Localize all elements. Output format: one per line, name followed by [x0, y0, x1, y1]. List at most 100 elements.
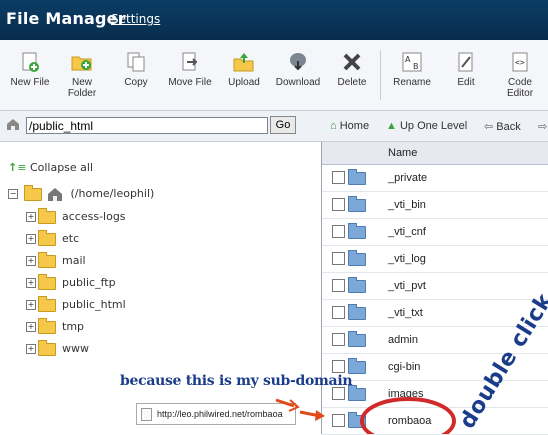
collapse-all-button[interactable]: ↑≡ Collapse all — [8, 161, 93, 174]
folder-icon — [348, 385, 366, 401]
tree-item-etc[interactable]: + etc — [26, 229, 79, 246]
expand-toggle-icon[interactable]: + — [26, 322, 36, 332]
file-row[interactable]: _vti_bin — [322, 192, 548, 219]
folder-icon — [348, 277, 366, 293]
toolbar: New File New Folder Copy Move File Uploa… — [0, 40, 548, 111]
upload-icon — [233, 53, 254, 72]
folder-icon — [38, 317, 56, 334]
name-column-header[interactable]: Name — [388, 147, 417, 159]
svg-text:<>: <> — [515, 58, 525, 67]
new-folder-button[interactable]: New Folder — [52, 50, 112, 99]
tree-item-mail[interactable]: + mail — [26, 251, 86, 268]
upload-button[interactable]: Upload — [214, 50, 274, 88]
delete-button[interactable]: Delete — [322, 50, 382, 88]
row-checkbox[interactable] — [332, 198, 345, 211]
expand-toggle-icon[interactable]: + — [26, 300, 36, 310]
folder-icon — [38, 273, 56, 290]
row-checkbox[interactable] — [332, 333, 345, 346]
settings-link[interactable]: Settings — [111, 12, 160, 26]
new-file-label: New File — [10, 77, 50, 88]
toolbar-separator — [380, 50, 381, 100]
rename-icon: A B — [402, 52, 422, 72]
file-list: Name _private _vti_bin _vti_cnf _vti_log… — [322, 142, 548, 435]
row-checkbox[interactable] — [332, 360, 345, 373]
download-label: Download — [275, 77, 321, 88]
folder-icon — [38, 339, 56, 356]
tree-item-public-ftp[interactable]: + public_ftp — [26, 273, 116, 290]
folder-icon — [348, 196, 366, 212]
file-name: _vti_cnf — [388, 226, 426, 238]
folder-icon — [348, 331, 366, 347]
file-row[interactable]: _private — [322, 165, 548, 192]
file-list-header: Name — [322, 142, 548, 165]
new-file-button[interactable]: New File — [0, 50, 60, 88]
title-bar: File Manager Settings — [0, 0, 548, 40]
collapse-all-label: Collapse all — [29, 161, 94, 174]
row-checkbox[interactable] — [332, 225, 345, 238]
new-file-icon — [22, 52, 39, 72]
expand-toggle-icon[interactable]: + — [26, 256, 36, 266]
forward-arrow-icon[interactable]: ⇨ — [538, 120, 547, 133]
file-row[interactable]: _vti_pvt — [322, 273, 548, 300]
folder-icon — [348, 304, 366, 320]
svg-text:A: A — [405, 55, 411, 64]
home-icon: ⌂ — [330, 120, 337, 132]
move-file-label: Move File — [168, 77, 212, 88]
row-checkbox[interactable] — [332, 414, 345, 427]
home-icon — [48, 188, 62, 201]
go-button[interactable]: Go — [270, 116, 296, 134]
file-row[interactable]: rombaoa — [322, 408, 548, 435]
home-nav-button[interactable]: ⌂ Home — [330, 120, 369, 132]
expand-toggle-icon[interactable]: + — [26, 344, 36, 354]
back-arrow-icon: ⇦ — [484, 121, 494, 133]
tree-root[interactable]: − (/home/leophil) — [8, 184, 154, 201]
home-nav-label: Home — [339, 120, 370, 132]
path-input[interactable] — [26, 117, 268, 134]
up-one-level-button[interactable]: ▲ Up One Level — [386, 120, 467, 132]
expand-toggle-icon[interactable]: + — [26, 212, 36, 222]
row-checkbox[interactable] — [332, 306, 345, 319]
code-editor-icon: <> — [512, 52, 528, 72]
app-title: File Manager — [6, 9, 126, 28]
row-checkbox[interactable] — [332, 252, 345, 265]
edit-icon — [458, 52, 473, 72]
move-file-button[interactable]: Move File — [160, 50, 220, 88]
code-editor-button[interactable]: <> Code Editor — [490, 50, 548, 99]
file-row[interactable]: _vti_cnf — [322, 219, 548, 246]
folder-icon — [38, 207, 56, 224]
file-row[interactable]: images — [322, 381, 548, 408]
file-name: _private — [388, 172, 428, 184]
back-button[interactable]: ⇦ Back — [484, 120, 521, 133]
file-name: _vti_pvt — [388, 280, 426, 292]
file-name: _vti_txt — [388, 307, 423, 319]
rename-button[interactable]: A B Rename — [382, 50, 442, 88]
up-arrow-icon: ▲ — [386, 120, 397, 132]
annotation-url: http://leo.philwired.net/rombaoa — [157, 409, 283, 419]
copy-button[interactable]: Copy — [106, 50, 166, 88]
annotation-caption: because this is my sub-domain — [120, 373, 353, 389]
collapse-toggle-icon[interactable]: − — [8, 189, 18, 199]
tree-item-www[interactable]: + www — [26, 339, 89, 356]
move-file-icon — [182, 52, 198, 71]
upload-label: Upload — [228, 77, 260, 88]
row-checkbox[interactable] — [332, 279, 345, 292]
tree-item-label: www — [62, 342, 89, 355]
expand-toggle-icon[interactable]: + — [26, 278, 36, 288]
row-checkbox[interactable] — [332, 171, 345, 184]
annotation-url-box: http://leo.philwired.net/rombaoa — [136, 403, 296, 425]
file-name: admin — [388, 334, 418, 346]
file-name: rombaoa — [388, 415, 432, 427]
new-folder-label-1: New — [71, 77, 92, 88]
tree-item-label: mail — [62, 254, 86, 267]
expand-toggle-icon[interactable]: + — [26, 234, 36, 244]
file-name: _vti_bin — [388, 199, 426, 211]
tree-item-tmp[interactable]: + tmp — [26, 317, 84, 334]
file-row[interactable]: _vti_log — [322, 246, 548, 273]
tree-item-public-html[interactable]: + public_html — [26, 295, 126, 312]
tree-item-label: public_ftp — [62, 276, 116, 289]
tree-item-access-logs[interactable]: + access-logs — [26, 207, 126, 224]
code-editor-label-2: Editor — [506, 88, 534, 99]
code-editor-label-1: Code — [508, 77, 532, 88]
edit-button[interactable]: Edit — [436, 50, 496, 88]
download-button[interactable]: Download — [268, 50, 328, 88]
